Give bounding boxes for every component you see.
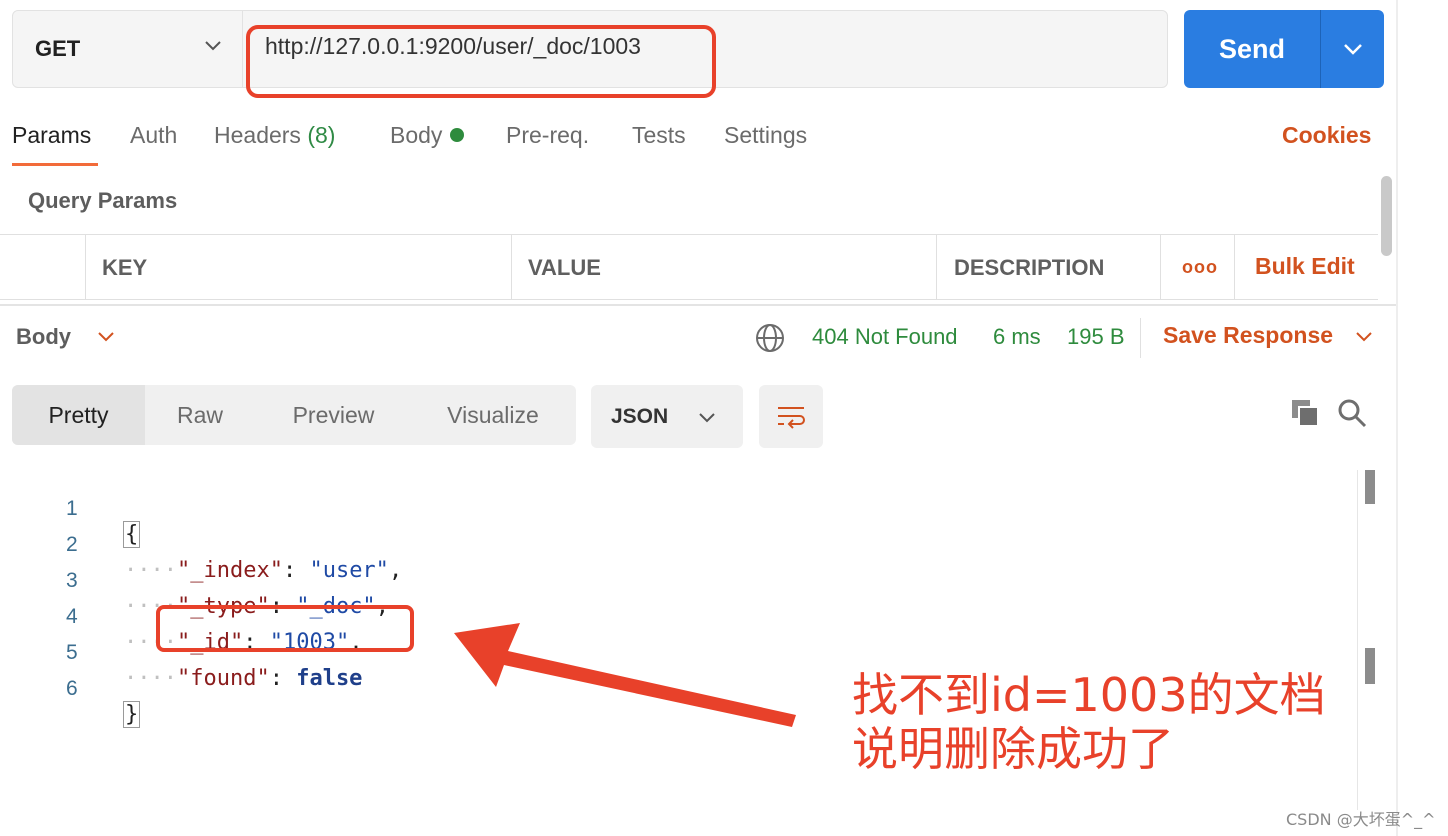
tab-preview[interactable]: Preview [255,385,412,445]
tab-headers[interactable]: Headers (8) [214,122,335,149]
tab-body[interactable]: Body [390,122,465,149]
close-brace: } [122,701,141,728]
globe-icon[interactable] [754,322,786,354]
view-mode-tabs: Pretty Raw Preview Visualize [12,385,576,445]
response-size[interactable]: 195 B [1067,324,1125,350]
response-time[interactable]: 6 ms [993,324,1041,350]
status-code[interactable]: 404 Not Found [812,324,958,350]
pane-divider[interactable] [0,304,1398,306]
response-body-label[interactable]: Body [16,324,71,350]
search-icon[interactable] [1337,398,1367,428]
wrap-lines-icon [778,406,805,429]
column-divider [1234,235,1235,299]
send-button[interactable]: Send [1184,10,1320,88]
code-line: 3 ····"_type": "_doc", [0,544,1000,619]
tab-pretty[interactable]: Pretty [12,385,145,445]
tab-tests[interactable]: Tests [632,122,686,149]
annotation-arrow-icon [454,623,796,727]
format-label: JSON [611,405,669,428]
tab-auth[interactable]: Auth [130,122,177,149]
method-select[interactable]: GET [13,11,243,87]
copy-icon[interactable] [1290,398,1320,428]
column-description: DESCRIPTION [954,255,1105,280]
chevron-down-icon[interactable] [1354,330,1374,344]
bulk-edit-button[interactable]: Bulk Edit [1255,253,1355,280]
chevron-down-icon [699,413,715,423]
code-line: 2 ····"_index": "user", [0,508,1000,583]
more-options-icon[interactable]: ooo [1182,257,1218,278]
params-scrollbar[interactable] [1381,176,1392,256]
chevron-down-icon [1343,44,1362,55]
column-key: KEY [102,255,148,280]
tab-params[interactable]: Params [12,122,91,149]
active-tab-indicator [12,163,98,166]
save-response-button[interactable]: Save Response [1163,322,1333,349]
found-highlight-box [156,605,414,652]
method-label: GET [35,36,81,61]
wrap-lines-button[interactable] [759,385,823,448]
tab-visualize[interactable]: Visualize [412,385,574,445]
line-content: } [122,701,141,728]
annotation-line-2: 说明删除成功了 [852,722,1174,776]
tab-prereq[interactable]: Pre-req. [506,122,589,149]
code-line: 4 ····"_id": "1003", [0,580,1000,655]
column-divider [1160,235,1161,299]
code-line: 1 { [0,472,1000,548]
cookies-link[interactable]: Cookies [1282,122,1371,149]
body-indicator-dot [450,128,465,142]
editor-scrollbar-thumb[interactable] [1365,470,1375,504]
headers-count: (8) [307,122,336,148]
request-tabs: Params Auth Headers (8) Body Pre-req. Te… [0,116,1396,166]
column-value: VALUE [528,255,601,280]
divider [1140,318,1141,358]
editor-gutter-line [1357,470,1358,810]
send-options-button[interactable] [1320,10,1384,88]
column-divider [85,235,86,299]
chevron-down-icon [205,41,221,51]
watermark: CSDN @大坏蛋^_^ [1286,810,1436,829]
editor-scrollbar-thumb[interactable] [1365,648,1375,684]
column-divider [511,235,512,299]
annotation-line-1: 找不到id=1003的文档 [852,668,1326,722]
tab-settings[interactable]: Settings [724,122,807,149]
tab-raw[interactable]: Raw [145,385,255,445]
line-number: 6 [66,677,78,700]
format-select[interactable]: JSON [591,385,743,448]
tab-headers-label: Headers [214,122,301,148]
column-divider [936,235,937,299]
params-table-header: KEY VALUE DESCRIPTION ooo Bulk Edit [0,234,1378,300]
tab-body-label: Body [390,122,443,148]
panel-border [1396,0,1398,836]
query-params-title: Query Params [28,188,178,213]
annotation-text: 找不到id=1003的文档 说明删除成功了 [852,668,1326,776]
chevron-down-icon[interactable] [96,330,116,344]
url-highlight-box [246,25,716,98]
